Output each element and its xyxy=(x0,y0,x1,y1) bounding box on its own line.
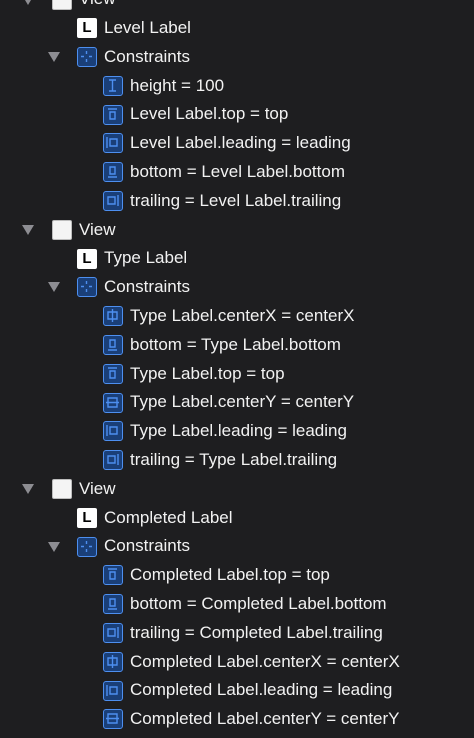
outline-item-label: trailing = Type Label.trailing xyxy=(130,449,338,469)
outline-item-label: bottom = Type Label.bottom xyxy=(130,334,341,354)
outline-constraint-row[interactable]: bottom = Type Label.bottom xyxy=(0,331,474,360)
height-constraint-icon xyxy=(103,75,123,96)
outline-constraint-row[interactable]: Completed Label.leading = leading xyxy=(0,676,474,705)
disclosure-triangle-icon[interactable] xyxy=(22,0,34,5)
centery-constraint-icon xyxy=(103,709,123,730)
outline-view-row[interactable]: View xyxy=(0,216,474,245)
top-constraint-icon xyxy=(103,104,123,125)
constraints-group-icon xyxy=(77,536,97,557)
outline-item-label: View xyxy=(79,0,116,13)
centerx-constraint-icon xyxy=(103,651,123,672)
outline-item-label: height = 100 xyxy=(130,75,225,95)
disclosure-triangle-icon[interactable] xyxy=(48,52,60,63)
bottom-constraint-icon xyxy=(103,594,123,615)
outline-constraint-row[interactable]: trailing = Level Label.trailing xyxy=(0,187,474,216)
view-icon xyxy=(52,219,72,240)
outline-constraint-row[interactable]: trailing = Type Label.trailing xyxy=(0,446,474,475)
document-outline: View L Level Label Constraints height = 100 L… xyxy=(0,0,474,738)
leading-constraint-icon xyxy=(103,680,123,701)
outline-item-label: Type Label.top = top xyxy=(130,363,285,383)
outline-item-label: Type Label.centerY = centerY xyxy=(130,392,355,412)
outline-label-row[interactable]: L Type Label xyxy=(0,244,474,273)
outline-item-label: Level Label xyxy=(104,17,191,37)
outline-item-label: Type Label.centerX = centerX xyxy=(130,305,355,325)
constraints-group-icon xyxy=(77,47,97,68)
outline-constraint-row[interactable]: Completed Label.centerY = centerY xyxy=(0,705,474,734)
outline-constraints-group-row[interactable]: Constraints xyxy=(0,273,474,302)
centery-constraint-icon xyxy=(103,392,123,413)
outline-constraint-row[interactable]: bottom = Completed Label.bottom xyxy=(0,590,474,619)
outline-item-label: Type Label.leading = leading xyxy=(130,421,347,441)
outline-label-row[interactable]: L Completed Label xyxy=(0,504,474,533)
label-icon: L xyxy=(77,18,97,39)
outline-constraint-row[interactable]: Type Label.leading = leading xyxy=(0,417,474,446)
outline-item-label: bottom = Level Label.bottom xyxy=(130,161,345,181)
outline-item-label: Completed Label.top = top xyxy=(130,565,330,585)
outline-constraint-row[interactable]: Type Label.top = top xyxy=(0,360,474,389)
bottom-constraint-icon xyxy=(103,162,123,183)
outline-item-label: Constraints xyxy=(104,277,190,297)
top-constraint-icon xyxy=(103,565,123,586)
trailing-constraint-icon xyxy=(103,450,123,471)
outline-constraint-row[interactable]: Completed Label.centerX = centerX xyxy=(0,648,474,677)
outline-constraints-group-row[interactable]: Constraints xyxy=(0,532,474,561)
outline-item-label: Level Label.top = top xyxy=(130,104,289,124)
outline-item-label: trailing = Level Label.trailing xyxy=(130,190,342,210)
outline-constraint-row[interactable]: bottom = Level Label.bottom xyxy=(0,158,474,187)
outline-constraint-row[interactable]: trailing = Completed Label.trailing xyxy=(0,619,474,648)
outline-constraint-row[interactable]: Completed Label.top = top xyxy=(0,561,474,590)
outline-item-label: Completed Label.centerY = centerY xyxy=(130,709,400,729)
constraints-group-icon xyxy=(77,277,97,298)
outline-label-row[interactable]: L Level Label xyxy=(0,14,474,43)
view-icon xyxy=(52,0,72,10)
trailing-constraint-icon xyxy=(103,623,123,644)
label-icon: L xyxy=(77,507,97,528)
outline-item-label: Type Label xyxy=(104,248,188,268)
view-icon xyxy=(52,479,72,500)
top-constraint-icon xyxy=(103,363,123,384)
outline-constraint-row[interactable]: Level Label.leading = leading xyxy=(0,129,474,158)
outline-item-label: Completed Label xyxy=(104,507,233,527)
outline-item-label: bottom = Completed Label.bottom xyxy=(130,593,387,613)
leading-constraint-icon xyxy=(103,421,123,442)
outline-item-label: View xyxy=(79,478,116,498)
outline-view-row[interactable]: View xyxy=(0,0,474,14)
leading-constraint-icon xyxy=(103,133,123,154)
trailing-constraint-icon xyxy=(103,191,123,212)
outline-constraint-row[interactable]: height = 100 xyxy=(0,72,474,101)
outline-item-label: Constraints xyxy=(104,536,190,556)
outline-view-row[interactable]: View xyxy=(0,475,474,504)
outline-item-label: Level Label.leading = leading xyxy=(130,133,351,153)
outline-item-label: Completed Label.centerX = centerX xyxy=(130,651,400,671)
outline-item-label: View xyxy=(79,219,116,239)
outline-item-label: trailing = Completed Label.trailing xyxy=(130,622,383,642)
disclosure-triangle-icon[interactable] xyxy=(48,282,60,293)
outline-item-label: Constraints xyxy=(104,46,190,66)
bottom-constraint-icon xyxy=(103,335,123,356)
outline-constraint-row[interactable]: Level Label.top = top xyxy=(0,100,474,129)
outline-constraint-row[interactable]: Type Label.centerX = centerX xyxy=(0,302,474,331)
centerx-constraint-icon xyxy=(103,306,123,327)
disclosure-triangle-icon[interactable] xyxy=(22,484,34,495)
label-icon: L xyxy=(77,248,97,269)
outline-constraint-row[interactable]: Type Label.centerY = centerY xyxy=(0,388,474,417)
disclosure-triangle-icon[interactable] xyxy=(48,541,60,552)
outline-item-label: Completed Label.leading = leading xyxy=(130,680,393,700)
disclosure-triangle-icon[interactable] xyxy=(22,224,34,235)
outline-constraints-group-row[interactable]: Constraints xyxy=(0,43,474,72)
